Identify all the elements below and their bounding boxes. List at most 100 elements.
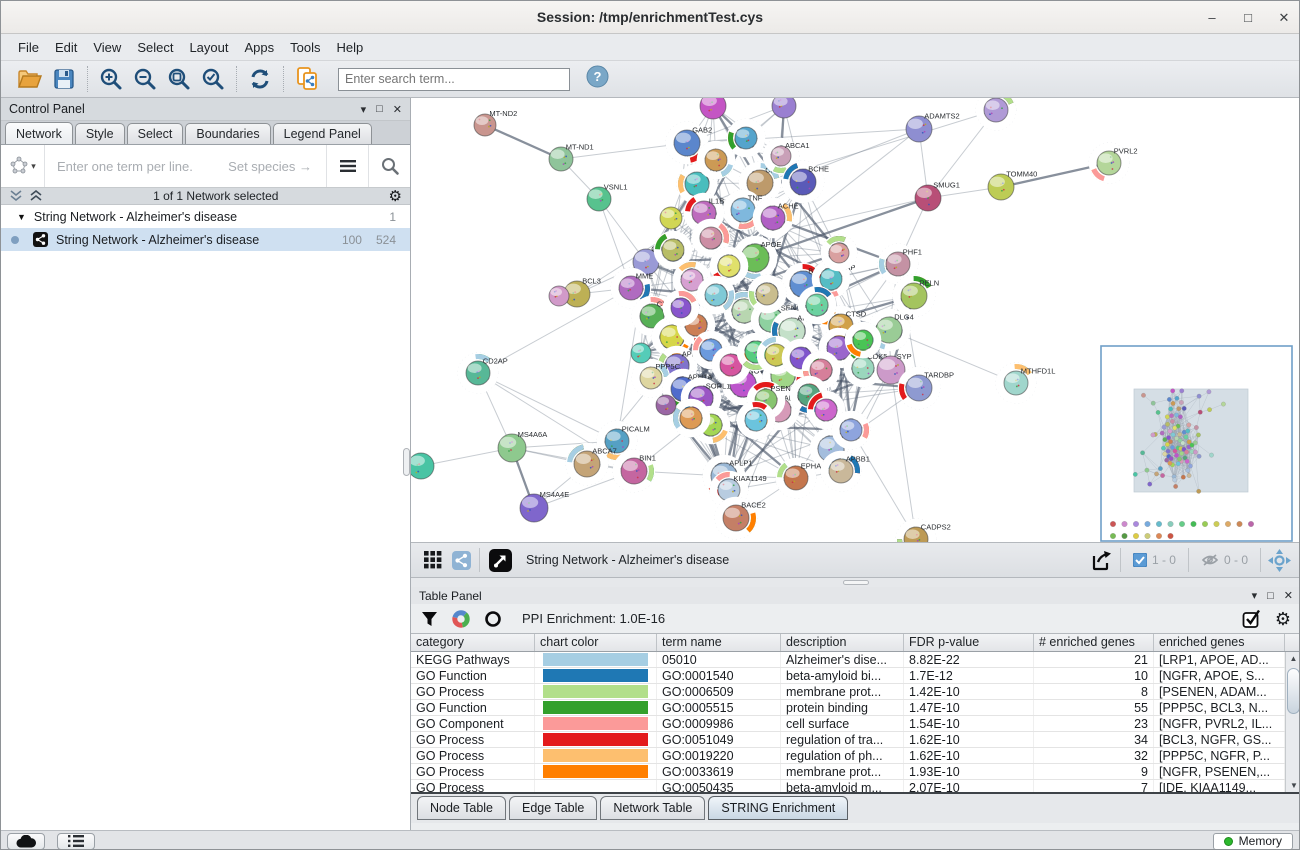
column-header[interactable]: category [411, 634, 535, 651]
network-node[interactable] [821, 235, 857, 271]
share-view-button[interactable] [447, 545, 475, 575]
network-node[interactable] [700, 98, 726, 119]
table-row[interactable]: GO ProcessGO:0051049regulation of tra...… [411, 732, 1300, 748]
table-row[interactable]: GO FunctionGO:0001540beta-amyloid bi...1… [411, 668, 1300, 684]
memory-button[interactable]: Memory [1213, 833, 1293, 850]
hidden-nodes-indicator[interactable]: 0 - 0 [1193, 553, 1256, 567]
string-network-badge[interactable] [484, 545, 516, 575]
species-hint[interactable]: Set species → [228, 159, 312, 174]
network-node[interactable]: VSNL1 [587, 182, 628, 211]
scroll-down-icon[interactable]: ▼ [1286, 779, 1300, 792]
table-row[interactable]: GO FunctionGO:0005515protein binding1.47… [411, 700, 1300, 716]
horizontal-splitter[interactable] [411, 578, 1300, 587]
string-query-input[interactable]: Enter one term per line. [57, 159, 228, 174]
maximize-button[interactable]: □ [1241, 10, 1255, 25]
tab-network-table[interactable]: Network Table [600, 796, 705, 820]
panel-close-icon[interactable]: ✕ [393, 103, 402, 116]
network-node[interactable]: MTHFD1L [996, 363, 1055, 403]
network-node[interactable]: APBB1 [821, 451, 870, 491]
gear-icon[interactable]: ⚙ [1275, 610, 1291, 628]
tab-style[interactable]: Style [75, 123, 125, 144]
help-button[interactable]: ? [586, 65, 609, 93]
network-node[interactable] [845, 322, 881, 358]
open-session-button[interactable] [13, 64, 47, 94]
string-options-button[interactable] [326, 145, 368, 187]
color-chart-icon[interactable] [452, 610, 470, 628]
string-source-dropdown[interactable]: ▾ [1, 145, 45, 187]
network-node[interactable]: RELN [893, 275, 939, 317]
table-row[interactable]: GO ComponentGO:0009986cell surface1.54E-… [411, 716, 1300, 732]
network-node[interactable]: SMUG1 [915, 181, 960, 211]
menu-view[interactable]: View [86, 37, 128, 58]
tab-network[interactable]: Network [5, 122, 73, 144]
zoom-out-button[interactable] [128, 64, 162, 94]
table-row[interactable]: GO ProcessGO:0033619membrane prot...1.93… [411, 764, 1300, 780]
gear-icon[interactable]: ⚙ [389, 189, 402, 204]
network-canvas[interactable]: MT-ND2MT-ND1VSNL1GAB2IRS1CHATABCA1BCHEAD… [411, 98, 1300, 542]
tab-node-table[interactable]: Node Table [417, 796, 506, 820]
panel-close-icon[interactable]: ✕ [1284, 589, 1293, 602]
close-button[interactable]: ✕ [1277, 10, 1291, 26]
zoom-fit-button[interactable] [162, 64, 196, 94]
zoom-in-button[interactable] [94, 64, 128, 94]
grid-view-button[interactable] [419, 545, 447, 575]
selected-nodes-indicator[interactable]: 1 - 0 [1125, 553, 1184, 567]
network-node[interactable] [772, 98, 796, 118]
panel-divider-grip[interactable] [403, 448, 410, 476]
network-node[interactable] [798, 286, 836, 324]
network-node[interactable]: CADPS2 [896, 519, 951, 542]
panel-menu-icon[interactable]: ▾ [361, 103, 367, 116]
network-node[interactable]: MT-ND1 [549, 142, 594, 171]
network-node[interactable] [660, 207, 682, 229]
refresh-button[interactable] [243, 64, 277, 94]
network-node[interactable]: TOMM40 [988, 170, 1037, 200]
column-header[interactable]: chart color [535, 634, 657, 651]
task-history-button[interactable] [57, 833, 95, 850]
network-node[interactable]: MT-ND2 [474, 109, 517, 136]
tab-select[interactable]: Select [127, 123, 184, 144]
birdseye-toggle-button[interactable] [1265, 545, 1293, 575]
menu-select[interactable]: Select [130, 37, 180, 58]
network-node[interactable]: MS4A4E [520, 490, 569, 522]
table-row[interactable]: GO ProcessGO:0019220regulation of ph...1… [411, 748, 1300, 764]
filter-icon[interactable] [421, 611, 438, 627]
menu-file[interactable]: File [11, 37, 46, 58]
menu-edit[interactable]: Edit [48, 37, 84, 58]
network-node[interactable]: TARDBP [898, 367, 954, 409]
tab-boundaries[interactable]: Boundaries [185, 123, 270, 144]
panel-float-icon[interactable]: □ [1267, 590, 1274, 602]
zoom-selected-button[interactable] [196, 64, 230, 94]
vertical-scrollbar[interactable]: ▲ ▼ [1285, 652, 1300, 792]
network-node[interactable]: BCHE [782, 161, 829, 203]
network-node[interactable]: ADAMTS2 [906, 112, 960, 142]
network-node[interactable]: MS4A4A [411, 449, 434, 479]
birdseye-panel[interactable] [1101, 346, 1292, 541]
clone-network-button[interactable] [290, 64, 324, 94]
panel-menu-icon[interactable]: ▾ [1252, 589, 1258, 602]
menu-tools[interactable]: Tools [283, 37, 327, 58]
network-node[interactable] [549, 286, 569, 306]
network-node[interactable] [656, 395, 676, 415]
network-node[interactable] [976, 98, 1016, 130]
menu-layout[interactable]: Layout [182, 37, 235, 58]
scroll-up-icon[interactable]: ▲ [1286, 652, 1300, 666]
network-collection-row[interactable]: ▼ String Network - Alzheimer's disease 1 [1, 205, 410, 228]
network-node[interactable] [727, 119, 765, 157]
tab-edge-table[interactable]: Edge Table [509, 796, 597, 820]
network-node[interactable]: PVRL2 [1089, 143, 1138, 183]
panel-float-icon[interactable]: □ [376, 103, 383, 115]
scroll-thumb[interactable] [1287, 668, 1300, 714]
network-node[interactable] [737, 401, 775, 439]
search-input[interactable] [338, 68, 570, 91]
network-row-selected[interactable]: String Network - Alzheimer's disease 100… [1, 228, 410, 251]
column-header[interactable]: description [781, 634, 904, 651]
network-node[interactable]: BIN1 [613, 450, 656, 492]
menu-apps[interactable]: Apps [238, 37, 282, 58]
ring-chart-icon[interactable] [484, 610, 502, 628]
table-row[interactable]: KEGG Pathways05010Alzheimer's dise...8.8… [411, 652, 1300, 668]
table-row[interactable]: GO ProcessGO:0050435beta-amyloid m...2.0… [411, 780, 1300, 792]
export-network-button[interactable] [1086, 545, 1116, 575]
network-node[interactable] [663, 290, 699, 326]
collapse-all-icon[interactable] [29, 190, 43, 202]
column-header[interactable]: term name [657, 634, 781, 651]
